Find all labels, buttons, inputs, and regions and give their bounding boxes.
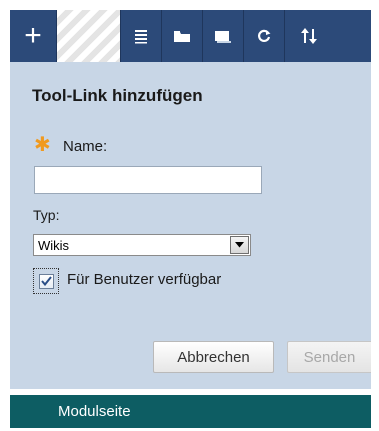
add-icon: + (24, 19, 42, 52)
available-checkbox-label[interactable]: Für Benutzer verfügbar (67, 271, 221, 288)
window-button[interactable] (203, 10, 244, 62)
sort-icon (300, 28, 317, 44)
tool-link-dialog-screen: + Tool-Link hinzufügen ✱ Name: Typ: Wiki… (0, 0, 379, 431)
checkmark-icon (40, 276, 52, 286)
add-button[interactable]: + (10, 10, 57, 62)
cancel-button[interactable]: Abbrechen (153, 341, 274, 373)
required-star-icon: ✱ (34, 134, 51, 156)
folder-icon (174, 31, 190, 42)
chevron-down-icon[interactable] (230, 236, 249, 254)
window-icon (215, 31, 231, 43)
module-page-label: Modulseite (58, 403, 131, 420)
toolbar-blank-slot (57, 10, 121, 62)
refresh-icon (258, 29, 271, 42)
sort-button[interactable] (285, 10, 332, 62)
folder-button[interactable] (162, 10, 203, 62)
toolbar: + (10, 10, 371, 62)
type-select-value: Wikis (38, 237, 70, 253)
add-tool-link-panel: Tool-Link hinzufügen ✱ Name: Typ: Wikis … (10, 62, 371, 389)
name-label: Name: (63, 138, 108, 155)
refresh-button[interactable] (244, 10, 285, 62)
available-checkbox-focus[interactable] (33, 268, 59, 294)
list-icon (135, 30, 147, 44)
type-label: Typ: (33, 207, 60, 223)
available-checkbox[interactable] (38, 273, 54, 289)
module-page-bar[interactable]: Modulseite (10, 395, 371, 428)
list-button[interactable] (121, 10, 162, 62)
panel-title: Tool-Link hinzufügen (32, 86, 203, 105)
name-input[interactable] (34, 166, 262, 194)
type-select[interactable]: Wikis (33, 234, 251, 256)
submit-button[interactable]: Senden (287, 341, 371, 373)
